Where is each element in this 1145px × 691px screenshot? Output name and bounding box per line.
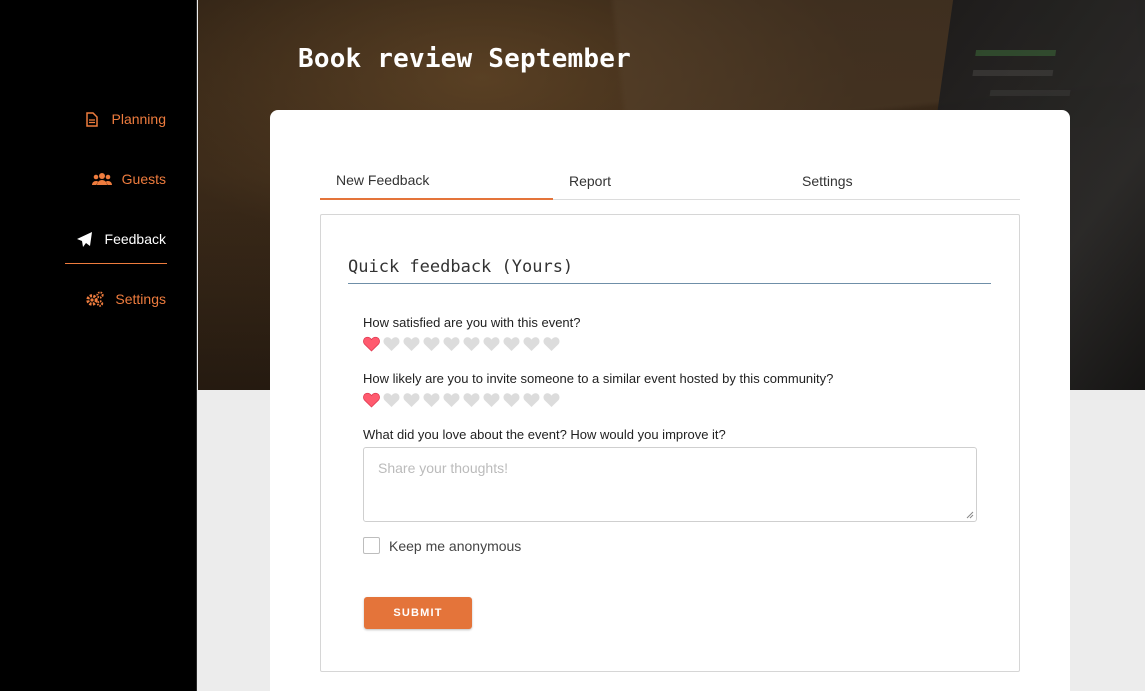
page-title: Book review September bbox=[298, 44, 631, 74]
sidebar-item-feedback[interactable]: Feedback bbox=[75, 231, 166, 247]
feedback-form: Quick feedback (Yours) How satisfied are… bbox=[320, 214, 1020, 672]
feedback-textarea[interactable]: Share your thoughts! bbox=[363, 447, 977, 522]
tab-label: Settings bbox=[802, 173, 853, 189]
heart-empty-icon[interactable] bbox=[383, 392, 400, 408]
sidebar-item-planning[interactable]: Planning bbox=[82, 111, 167, 127]
paper-plane-icon bbox=[75, 231, 95, 247]
tab-settings[interactable]: Settings bbox=[802, 162, 853, 200]
anonymous-checkbox[interactable] bbox=[363, 537, 380, 554]
heart-empty-icon[interactable] bbox=[423, 336, 440, 352]
heart-empty-icon[interactable] bbox=[543, 392, 560, 408]
question-invite-likelihood: How likely are you to invite someone to … bbox=[363, 371, 834, 386]
feedback-card: New Feedback Report Settings Quick feedb… bbox=[270, 110, 1070, 691]
heart-empty-icon[interactable] bbox=[443, 392, 460, 408]
heart-empty-icon[interactable] bbox=[523, 336, 540, 352]
sidebar-item-label: Feedback bbox=[104, 231, 166, 247]
heart-empty-icon[interactable] bbox=[423, 392, 440, 408]
tab-new-feedback[interactable]: New Feedback bbox=[320, 162, 553, 200]
submit-button[interactable]: SUBMIT bbox=[364, 597, 472, 629]
heart-filled-icon[interactable] bbox=[363, 336, 380, 352]
heart-empty-icon[interactable] bbox=[403, 392, 420, 408]
heart-empty-icon[interactable] bbox=[503, 336, 520, 352]
rating-invite-likelihood bbox=[363, 392, 560, 408]
gears-icon bbox=[85, 291, 105, 307]
tab-label: New Feedback bbox=[336, 172, 430, 188]
active-nav-underline bbox=[65, 263, 167, 264]
sidebar-item-guests[interactable]: Guests bbox=[91, 171, 166, 187]
heart-empty-icon[interactable] bbox=[523, 392, 540, 408]
tab-bar: New Feedback Report Settings bbox=[320, 162, 1020, 200]
anonymous-label: Keep me anonymous bbox=[389, 537, 522, 554]
heart-empty-icon[interactable] bbox=[503, 392, 520, 408]
textarea-placeholder: Share your thoughts! bbox=[378, 460, 508, 476]
heart-empty-icon[interactable] bbox=[463, 392, 480, 408]
question-open-feedback: What did you love about the event? How w… bbox=[363, 427, 726, 442]
heart-empty-icon[interactable] bbox=[543, 336, 560, 352]
heart-empty-icon[interactable] bbox=[483, 336, 500, 352]
resize-handle-icon[interactable] bbox=[966, 511, 974, 519]
sidebar: Planning Guests Feedback Settings bbox=[0, 0, 197, 691]
question-satisfaction: How satisfied are you with this event? bbox=[363, 315, 581, 330]
heart-empty-icon[interactable] bbox=[463, 336, 480, 352]
heart-filled-icon[interactable] bbox=[363, 392, 380, 408]
rating-satisfaction bbox=[363, 336, 560, 352]
heart-empty-icon[interactable] bbox=[483, 392, 500, 408]
heart-empty-icon[interactable] bbox=[383, 336, 400, 352]
tab-report[interactable]: Report bbox=[569, 162, 611, 200]
form-title: Quick feedback (Yours) bbox=[348, 257, 574, 277]
tab-label: Report bbox=[569, 173, 612, 189]
heart-empty-icon[interactable] bbox=[443, 336, 460, 352]
anonymous-option[interactable]: Keep me anonymous bbox=[363, 537, 521, 554]
sidebar-item-settings[interactable]: Settings bbox=[85, 291, 166, 307]
sidebar-item-label: Guests bbox=[121, 171, 166, 187]
users-icon bbox=[91, 171, 112, 187]
sidebar-item-label: Settings bbox=[115, 291, 166, 307]
document-icon bbox=[82, 111, 102, 127]
sidebar-item-label: Planning bbox=[111, 111, 167, 127]
heart-empty-icon[interactable] bbox=[403, 336, 420, 352]
title-divider bbox=[348, 283, 991, 284]
